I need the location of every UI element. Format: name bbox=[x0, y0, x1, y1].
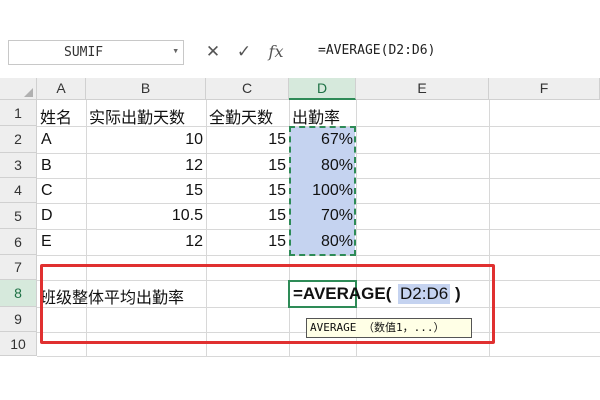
column-header-e[interactable]: E bbox=[356, 78, 489, 100]
cell-c2[interactable]: 15 bbox=[206, 131, 286, 149]
row-header-1[interactable]: 1 bbox=[0, 100, 37, 126]
cell-a1[interactable]: 姓名 bbox=[40, 104, 72, 128]
row-header-9[interactable]: 9 bbox=[0, 307, 37, 332]
confirm-icon[interactable]: ✓ bbox=[234, 42, 254, 62]
select-all-corner[interactable] bbox=[0, 78, 37, 100]
row-header-6[interactable]: 6 bbox=[0, 229, 37, 255]
formula-bar-input[interactable]: =AVERAGE(D2:D6) bbox=[318, 43, 435, 58]
column-header-f[interactable]: F bbox=[489, 78, 600, 100]
cell-c6[interactable]: 15 bbox=[206, 233, 286, 251]
row-header-2[interactable]: 2 bbox=[0, 126, 37, 153]
row-header-8[interactable]: 8 bbox=[0, 280, 37, 307]
cell-a2[interactable]: A bbox=[41, 131, 52, 149]
row-header-3[interactable]: 3 bbox=[0, 153, 37, 178]
cell-b1[interactable]: 实际出勤天数 bbox=[89, 104, 185, 128]
column-header-d[interactable]: D bbox=[289, 78, 356, 100]
cell-c1[interactable]: 全勤天数 bbox=[209, 104, 273, 128]
name-box[interactable]: SUMIF ▾ bbox=[8, 40, 184, 65]
column-header-a[interactable]: A bbox=[37, 78, 86, 100]
cell-b3[interactable]: 12 bbox=[86, 157, 203, 175]
grid-line bbox=[37, 356, 600, 357]
cell-a3[interactable]: B bbox=[41, 157, 52, 175]
cell-c3[interactable]: 15 bbox=[206, 157, 286, 175]
cell-b2[interactable]: 10 bbox=[86, 131, 203, 149]
cell-d2[interactable]: 67% bbox=[289, 131, 353, 149]
column-header-c[interactable]: C bbox=[206, 78, 289, 100]
cell-d3[interactable]: 80% bbox=[289, 157, 353, 175]
row-header-5[interactable]: 5 bbox=[0, 203, 37, 229]
chevron-down-icon[interactable]: ▾ bbox=[172, 44, 179, 57]
cell-d5[interactable]: 70% bbox=[289, 207, 353, 225]
cell-b4[interactable]: 15 bbox=[86, 182, 203, 200]
cell-d1[interactable]: 出勤率 bbox=[292, 104, 340, 128]
cell-a5[interactable]: D bbox=[41, 207, 53, 225]
cell-b6[interactable]: 12 bbox=[86, 233, 203, 251]
cell-c5[interactable]: 15 bbox=[206, 207, 286, 225]
cell-a6[interactable]: E bbox=[41, 233, 52, 251]
row-header-10[interactable]: 10 bbox=[0, 332, 37, 356]
row-header-7[interactable]: 7 bbox=[0, 255, 37, 280]
row-header-4[interactable]: 4 bbox=[0, 178, 37, 203]
name-box-value: SUMIF bbox=[64, 45, 104, 60]
select-all-icon bbox=[24, 88, 33, 97]
column-header-b[interactable]: B bbox=[86, 78, 206, 100]
cell-c4[interactable]: 15 bbox=[206, 182, 286, 200]
cell-b5[interactable]: 10.5 bbox=[86, 207, 203, 225]
annotation-highlight-box bbox=[40, 264, 495, 344]
cell-d6[interactable]: 80% bbox=[289, 233, 353, 251]
insert-function-icon[interactable]: fx bbox=[262, 42, 290, 62]
cell-d4[interactable]: 100% bbox=[289, 182, 353, 200]
cancel-icon[interactable]: ✕ bbox=[203, 42, 223, 62]
cell-a4[interactable]: C bbox=[41, 182, 53, 200]
